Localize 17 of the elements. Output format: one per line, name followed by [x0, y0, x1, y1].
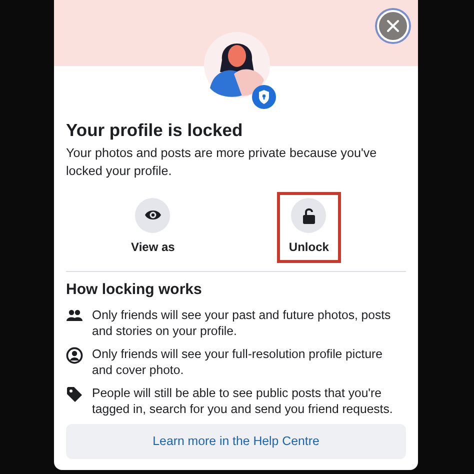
info-text: People will still be able to see public posts that you're tagged in, search for you and send you friend requests.	[92, 385, 394, 417]
profile-circle-icon	[66, 347, 83, 364]
unlocked-padlock-icon	[291, 198, 326, 233]
tag-icon	[66, 386, 83, 403]
info-text: Only friends will see your full-resolution profile picture and cover photo.	[92, 346, 384, 378]
action-button[interactable]: Unlock	[276, 192, 341, 263]
help-centre-button[interactable]: Learn more in the Help Centre	[66, 424, 406, 459]
close-button[interactable]	[377, 10, 409, 42]
eye-icon	[135, 198, 170, 233]
dialog-title: Your profile is locked	[66, 120, 244, 141]
info-text: Only friends will see your past and future photos, posts and stories on your profile.	[92, 307, 392, 339]
section-heading: How locking works	[66, 281, 203, 299]
shield-icon	[252, 85, 276, 109]
close-icon	[386, 19, 400, 33]
person-illustration	[202, 30, 272, 100]
description-text: Your photos and posts are more private because you've locked your profile.	[66, 145, 378, 180]
action-button[interactable]: View as	[119, 192, 187, 263]
